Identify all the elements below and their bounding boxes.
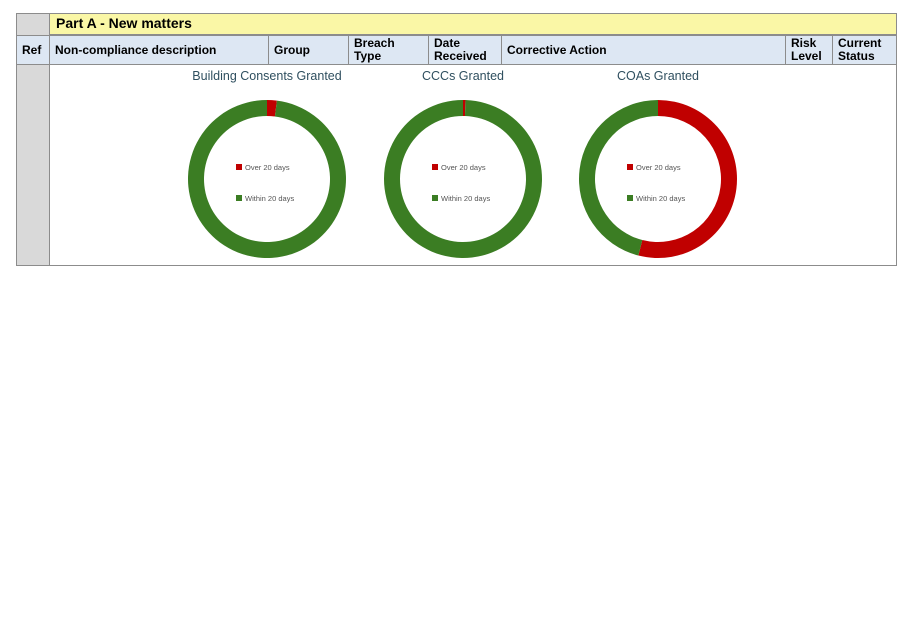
chart-building-consents: Building Consents Granted Over 20 days Wit… xyxy=(167,66,367,262)
legend-label: Within 20 days xyxy=(636,194,685,203)
legend-swatch xyxy=(236,195,242,201)
legend-label: Within 20 days xyxy=(441,194,490,203)
legend-swatch xyxy=(236,164,242,170)
title-spacer xyxy=(17,14,50,35)
charts-cell: Building Consents Granted Over 20 days Wit… xyxy=(50,65,896,265)
donut-slice-within-20-days xyxy=(578,100,658,256)
header-group: Group xyxy=(269,36,349,64)
header-risk-line1: Risk xyxy=(791,36,817,50)
ref-cell xyxy=(17,65,50,265)
header-date-line2: Received xyxy=(434,49,487,63)
donut-coas: COAs Granted Over 20 days Within 20 days xyxy=(578,69,737,258)
donut-cccs: CCCs Granted Over 20 days Within 20 days xyxy=(383,69,542,258)
table-header-row: Ref Non-compliance description Group Bre… xyxy=(17,35,896,65)
header-status-line1: Current xyxy=(838,36,882,50)
legend-label: Over 20 days xyxy=(636,163,681,172)
header-risk-label: Risk Level xyxy=(791,37,822,63)
legend-label: Over 20 days xyxy=(441,163,486,172)
header-date-line1: Date xyxy=(434,36,461,50)
chart-title: CCCs Granted xyxy=(422,69,504,83)
legend-swatch xyxy=(432,195,438,201)
header-group-label: Group xyxy=(274,42,310,57)
legend-swatch xyxy=(432,164,438,170)
legend-swatch xyxy=(627,164,633,170)
chart-title: Building Consents Granted xyxy=(192,69,341,83)
chart-coas: COAs Granted Over 20 days Within 20 days xyxy=(558,66,758,262)
section-title: Part A - New matters xyxy=(50,14,896,35)
matters-table: Part A - New matters Ref Non-compliance … xyxy=(16,13,897,266)
chart-cccs: CCCs Granted Over 20 days Within 20 days xyxy=(363,66,563,262)
donut-building-consents: Building Consents Granted Over 20 days Wit… xyxy=(187,69,346,258)
header-current-status: Current Status xyxy=(833,36,896,64)
header-description: Non-compliance description xyxy=(50,36,269,64)
header-ref: Ref xyxy=(17,36,50,64)
donut-slice-over-20-days xyxy=(638,100,737,258)
header-breach-type: Breach Type xyxy=(349,36,429,64)
header-date-received: Date Received xyxy=(429,36,502,64)
header-risk-line2: Level xyxy=(791,49,822,63)
legend-swatch xyxy=(627,195,633,201)
header-status-label: Current Status xyxy=(838,37,881,63)
header-corrective-label: Corrective Action xyxy=(507,42,607,57)
donut-slice-within-20-days xyxy=(383,100,542,258)
header-ref-label: Ref xyxy=(22,42,42,57)
header-breach-type-label: Breach Type xyxy=(354,37,395,63)
donut-slice-within-20-days xyxy=(187,100,346,258)
header-date-label: Date Received xyxy=(434,37,487,63)
legend-label: Over 20 days xyxy=(245,163,290,172)
chart-title: COAs Granted xyxy=(617,69,699,83)
header-corrective-action: Corrective Action xyxy=(502,36,786,64)
header-description-label: Non-compliance description xyxy=(55,42,217,57)
header-breach-line2: Type xyxy=(354,49,382,63)
header-risk-level: Risk Level xyxy=(786,36,833,64)
legend-label: Within 20 days xyxy=(245,194,294,203)
header-status-line2: Status xyxy=(838,49,875,63)
header-breach-line1: Breach xyxy=(354,36,395,50)
